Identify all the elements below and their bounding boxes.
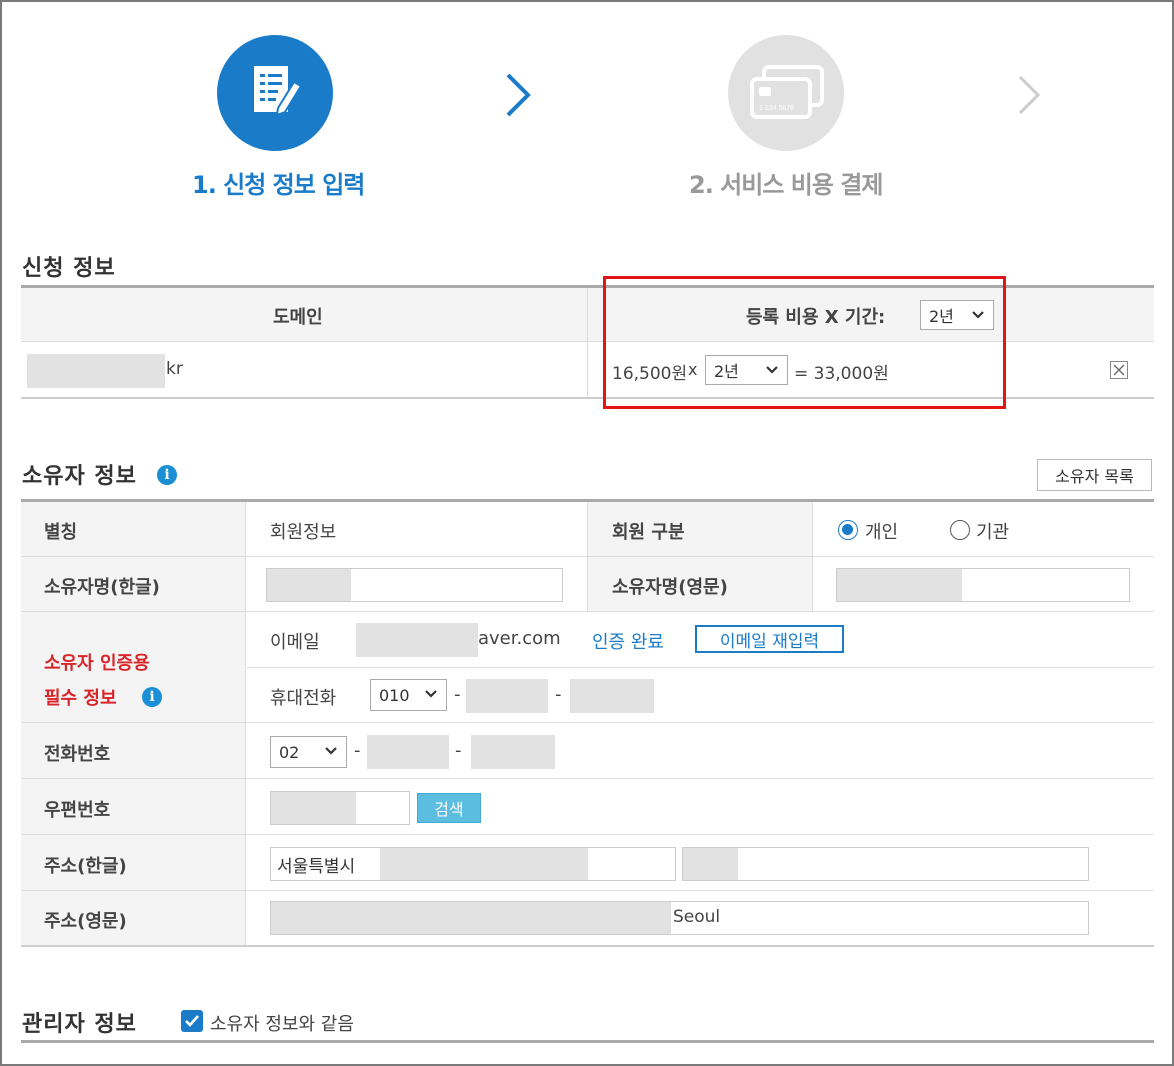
owner-name-kr-label: 소유자명(한글)	[44, 577, 160, 598]
auth-label-line1: 소유자 인증용	[44, 653, 150, 674]
organization-radio-label: 기관	[976, 522, 1010, 543]
auth-complete-status: 인증 완료	[592, 632, 664, 653]
highlight-box	[603, 276, 1006, 409]
mobile-prefix-select[interactable]: 010	[370, 679, 447, 711]
card-number-text: 1 234 5678	[759, 105, 794, 112]
phone-dash-1: -	[354, 740, 361, 761]
domain-column-header: 도메인	[273, 307, 323, 328]
owner-info-icon[interactable]: i	[157, 465, 177, 485]
email-value: aver.com	[478, 628, 561, 649]
address-en-value: Seoul	[673, 907, 721, 927]
mobile-dash-1: -	[454, 684, 461, 705]
owner-name-en-label: 소유자명(영문)	[612, 577, 728, 598]
owner-table: 별칭 회원정보 회원 구분 개인 기관 소유자명(한글) 소유자명(영문) 소유…	[21, 499, 1154, 947]
admin-section-title: 관리자 정보	[22, 1012, 137, 1037]
chevron-down-icon	[425, 690, 437, 698]
zip-row: 우편번호 검색	[21, 779, 1154, 835]
organization-radio[interactable]	[950, 520, 970, 540]
same-as-owner-checkbox[interactable]	[181, 1010, 203, 1032]
owner-auth-row: 소유자 인증용 필수 정보 i 이메일 aver.com 인증 완료 이메일 재…	[21, 612, 1154, 723]
owner-list-button[interactable]: 소유자 목록	[1037, 459, 1152, 491]
phone-dash-2: -	[455, 740, 462, 761]
phone-row: 전화번호 02 - -	[21, 723, 1154, 779]
owner-name-kr-redacted	[267, 569, 351, 601]
address-kr-label: 주소(한글)	[44, 856, 127, 877]
alias-value: 회원정보	[270, 522, 337, 543]
domain-name-redacted	[27, 354, 165, 388]
address-kr-row: 주소(한글) 서울특별시	[21, 835, 1154, 891]
owner-section-title: 소유자 정보	[22, 464, 137, 489]
address-en-redacted	[271, 902, 671, 934]
address-kr-detail-input[interactable]	[682, 847, 1089, 881]
alias-row: 별칭 회원정보 회원 구분 개인 기관	[21, 502, 1154, 557]
phone-prefix-value: 02	[279, 742, 300, 762]
domain-suffix: kr	[166, 359, 183, 379]
phone-prefix-select[interactable]: 02	[270, 736, 347, 768]
step2-card-icon: 1 234 5678	[728, 35, 844, 151]
auth-info-icon[interactable]: i	[142, 687, 162, 707]
address-en-label: 주소(영문)	[44, 911, 127, 932]
chevron-down-icon	[325, 747, 337, 755]
mobile-label: 휴대전화	[270, 688, 337, 709]
address-kr-redacted	[380, 848, 588, 880]
individual-radio[interactable]	[838, 520, 858, 540]
email-reenter-button[interactable]: 이메일 재입력	[695, 625, 844, 653]
step1-label: 1. 신청 정보 입력	[192, 171, 365, 199]
phone-last-redacted[interactable]	[471, 735, 555, 769]
mobile-last-redacted[interactable]	[570, 679, 654, 713]
auth-label-line2: 필수 정보	[44, 688, 117, 709]
address-en-row: 주소(영문) Seoul	[21, 891, 1154, 945]
zip-redacted	[271, 792, 356, 824]
admin-section-divider	[21, 1040, 1154, 1043]
address-kr-detail-redacted	[683, 848, 738, 880]
mobile-mid-redacted[interactable]	[466, 679, 548, 713]
step2-label: 2. 서비스 비용 결제	[689, 171, 883, 199]
mobile-dash-2: -	[555, 684, 562, 705]
zip-search-button[interactable]: 검색	[417, 793, 481, 823]
individual-radio-label: 개인	[865, 522, 899, 543]
checkmark-icon	[185, 1015, 199, 1027]
remove-domain-close-icon[interactable]	[1110, 361, 1128, 379]
owner-name-row: 소유자명(한글) 소유자명(영문)	[21, 557, 1154, 612]
step1-form-icon	[217, 35, 333, 151]
mobile-prefix-value: 010	[379, 685, 410, 705]
owner-name-en-redacted	[837, 569, 962, 601]
same-as-owner-label: 소유자 정보와 같음	[210, 1014, 354, 1035]
step-arrow-active-icon	[506, 73, 531, 117]
phone-label: 전화번호	[44, 744, 111, 765]
alias-label: 별칭	[44, 522, 78, 543]
phone-mid-redacted[interactable]	[367, 735, 449, 769]
zip-label: 우편번호	[44, 800, 111, 821]
application-section-title: 신청 정보	[22, 256, 116, 281]
member-type-label: 회원 구분	[612, 522, 685, 543]
email-redacted	[356, 623, 478, 657]
email-label: 이메일	[270, 632, 320, 653]
address-kr-value: 서울특별시	[277, 856, 356, 877]
step-arrow-inactive-icon	[1018, 75, 1041, 115]
